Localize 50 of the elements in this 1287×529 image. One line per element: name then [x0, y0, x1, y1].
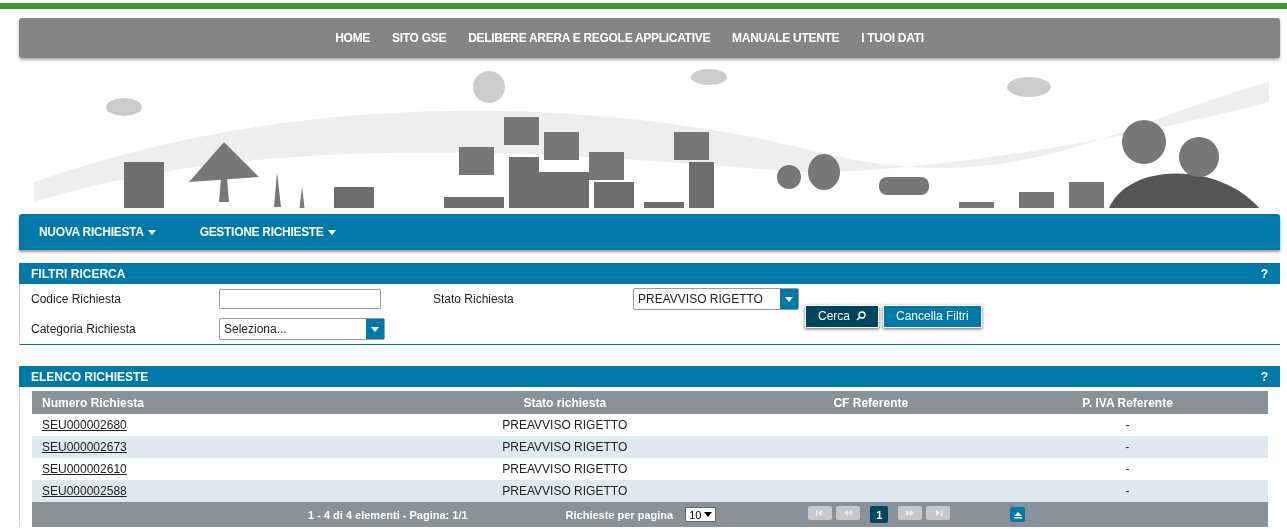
search-button[interactable]: Cerca [805, 304, 879, 328]
field-label: Stato Richiesta [433, 292, 515, 306]
table-cell: - [987, 436, 1268, 458]
request-link[interactable]: SEU000002610 [42, 462, 127, 476]
table-cell: - [987, 414, 1268, 436]
caret-icon [147, 229, 156, 235]
caret-icon [704, 512, 713, 517]
table-cell: PREAVVISO RIGETTO [375, 414, 755, 436]
help-link[interactable]: ? [1260, 369, 1268, 384]
caret-icon [327, 229, 336, 235]
caret-icon [785, 296, 793, 302]
panel-title: FILTRI RICERCA [31, 266, 126, 281]
page-button[interactable]: 1 [870, 506, 889, 523]
scroll-top-button[interactable] [1010, 507, 1026, 522]
select-field[interactable]: PREAVVISO RIGETTO [633, 288, 799, 310]
select-field[interactable]: Seleziona... [219, 318, 385, 340]
previous-icon [843, 510, 854, 516]
per-page-select[interactable]: 10 [685, 507, 717, 522]
caret-icon [371, 326, 379, 332]
eject-icon [1013, 510, 1022, 519]
help-link[interactable]: ? [1260, 266, 1268, 281]
nav-link[interactable]: I TUOI DATI [861, 31, 924, 45]
column-header: Stato richiesta [375, 391, 755, 414]
field-label: Codice Richiesta [31, 292, 123, 306]
menu-item[interactable]: NUOVA RICHIESTA [39, 225, 156, 239]
panel-title: ELENCO RICHIESTE [31, 369, 149, 384]
table-cell: - [987, 458, 1268, 480]
pagination-summary: 1 - 4 di 4 elementi - Pagina: 1/1 [308, 508, 468, 521]
column-header: P. IVA Referente [987, 391, 1268, 414]
nav-link[interactable]: HOME [335, 31, 371, 45]
request-link[interactable]: SEU000002588 [42, 484, 127, 498]
table-cell: PREAVVISO RIGETTO [375, 436, 755, 458]
request-link[interactable]: SEU000002673 [42, 440, 127, 454]
menu-item[interactable]: GESTIONE RICHIESTE [199, 225, 336, 239]
field-label: Categoria Richiesta [31, 322, 137, 336]
input-field[interactable] [219, 289, 381, 309]
table-cell: - [987, 480, 1268, 502]
clear-filters-button[interactable]: Cancella Filtri [883, 304, 982, 328]
request-link[interactable]: SEU000002680 [42, 418, 127, 432]
last-page-icon [933, 510, 944, 516]
table-cell: PREAVVISO RIGETTO [375, 458, 755, 480]
nav-link[interactable]: MANUALE UTENTE [732, 31, 840, 45]
per-page-label: Richieste per pagina [565, 508, 674, 521]
search-icon [856, 311, 866, 321]
nav-link[interactable]: SITO GSE [392, 31, 447, 45]
next-icon [905, 510, 916, 516]
column-header: Numero Richiesta [32, 391, 376, 414]
column-header: CF Referente [754, 391, 988, 414]
table-cell: PREAVVISO RIGETTO [375, 480, 755, 502]
nav-link[interactable]: DELIBERE ARERA E REGOLE APPLICATIVE [468, 31, 711, 45]
